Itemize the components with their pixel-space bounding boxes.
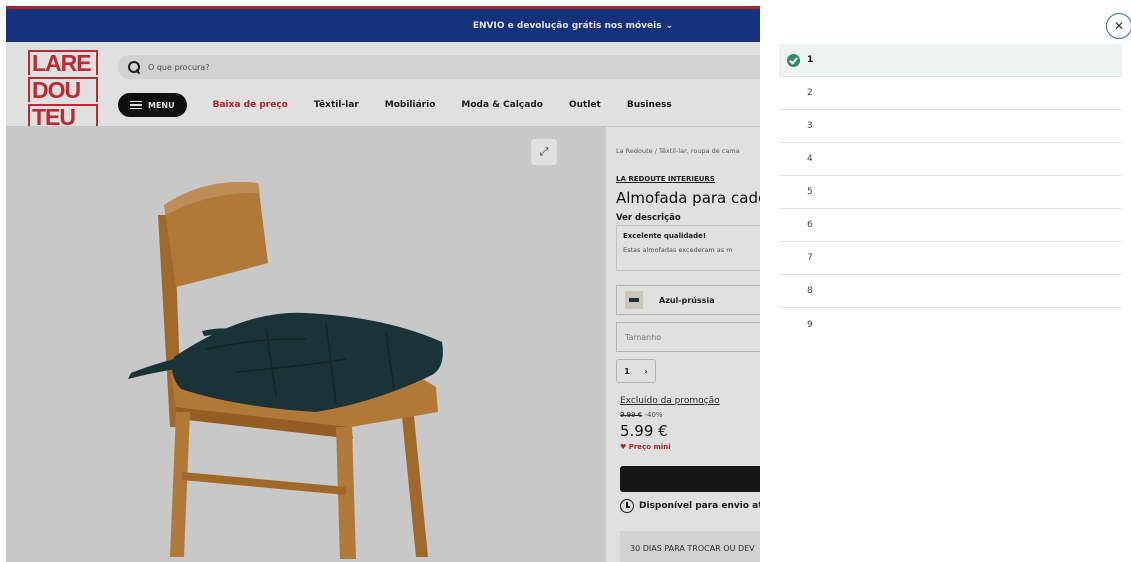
excluded-promo-link[interactable]: Excluído da promoção [620,396,720,406]
size-placeholder: Tamanho [625,332,662,342]
option-label: 1 [807,55,814,65]
clock-icon [620,499,634,513]
heart-icon: ♥ [620,443,627,451]
search-input[interactable]: O que procura? [148,63,209,72]
option-label: 3 [807,121,813,131]
nav-item-sale[interactable]: Baixa de preço [213,100,288,110]
color-swatch [625,291,643,309]
option-label: 4 [807,154,813,164]
brand-link[interactable]: LA REDOUTE INTERIEURS [616,175,715,183]
check-icon [787,54,800,67]
old-price-row: 9.99 € -40% [620,411,663,419]
review-box[interactable]: Excelente qualidade! Estas almofadas exc… [616,225,760,271]
expand-icon[interactable]: ⤢ [531,139,557,165]
nav-item-outlet[interactable]: Outlet [569,100,601,110]
option-label: 7 [807,253,813,263]
logo-line-1: LARE [28,50,98,75]
logo-line-2: DOU [28,77,98,102]
quantity-option-8[interactable]: 8 [779,275,1122,308]
search-bar[interactable]: O que procura? [118,55,760,79]
store-page: ENVIO e devolução grátis nos móveis ⌄ LA… [6,6,760,562]
menu-label: MENU [148,100,175,110]
quantity-option-4[interactable]: 4 [779,143,1122,176]
option-label: 6 [807,220,813,230]
availability-text: Disponível para envio até [639,501,760,511]
size-selector[interactable]: Tamanho [616,322,760,352]
see-description-link[interactable]: Ver descrição [616,213,681,223]
mini-price-badge: ♥ Preço mini [620,443,671,451]
chair-illustration [128,181,443,559]
availability: Disponível para envio até [620,499,760,513]
close-icon[interactable]: ✕ [1106,13,1131,39]
nav-item-business[interactable]: Business [627,100,672,110]
page: ENVIO e devolução grátis nos móveis ⌄ LA… [0,0,1131,562]
nav-item-mobiliario[interactable]: Mobiliário [385,100,436,110]
store-logo[interactable]: LARE DOU TEU [28,50,98,129]
color-label: Azul-prússia [659,295,715,305]
option-label: 5 [807,187,813,197]
nav-item-textil[interactable]: Têxtil-lar [314,100,359,110]
hamburger-icon [130,101,142,109]
search-icon [128,61,140,73]
color-selector[interactable]: Azul-prússia [616,285,760,315]
main-nav: MENU Baixa de preço Têxtil-lar Mobiliári… [118,93,672,117]
quantity-option-1[interactable]: 1 [779,44,1122,77]
quantity-option-3[interactable]: 3 [779,110,1122,143]
option-label: 8 [807,286,813,296]
menu-button[interactable]: MENU [118,93,187,117]
price: 5.99 € [620,422,668,440]
chevron-right-icon: › [644,366,648,376]
add-to-cart-button[interactable] [620,466,760,492]
old-price: 9.99 € [620,411,643,419]
quantity-selector[interactable]: 1 › [616,359,656,383]
quantity-option-9[interactable]: 9 [779,308,1122,341]
quantity-value: 1 [624,366,630,376]
returns-text: 30 DIAS PARA TROCAR OU DEV [630,543,755,553]
chevron-down-icon: ⌄ [665,20,674,31]
quantity-option-2[interactable]: 2 [779,77,1122,110]
product-title: Almofada para cade [616,189,760,207]
nav-item-moda[interactable]: Moda & Calçado [461,100,543,110]
product-info: La Redoute / Têxtil-lar, roupa de cama L… [616,127,760,562]
discount: -40% [644,411,663,419]
breadcrumb[interactable]: La Redoute / Têxtil-lar, roupa de cama [616,147,740,155]
quantity-options: 1 2 3 4 5 6 7 8 9 [779,44,1122,341]
promo-text: ENVIO e devolução grátis nos móveis [472,20,662,31]
promo-bar[interactable]: ENVIO e devolução grátis nos móveis ⌄ [6,6,760,42]
quantity-option-5[interactable]: 5 [779,176,1122,209]
option-label: 2 [807,88,813,98]
option-label: 9 [807,319,813,330]
quantity-option-7[interactable]: 7 [779,242,1122,275]
product-image[interactable] [6,127,606,562]
review-body: Estas almofadas excederam as m [623,246,733,254]
quantity-option-6[interactable]: 6 [779,209,1122,242]
review-title: Excelente qualidade! [623,232,707,240]
returns-banner: 30 DIAS PARA TROCAR OU DEV [620,531,760,562]
mini-price-label: Preço mini [628,443,671,451]
